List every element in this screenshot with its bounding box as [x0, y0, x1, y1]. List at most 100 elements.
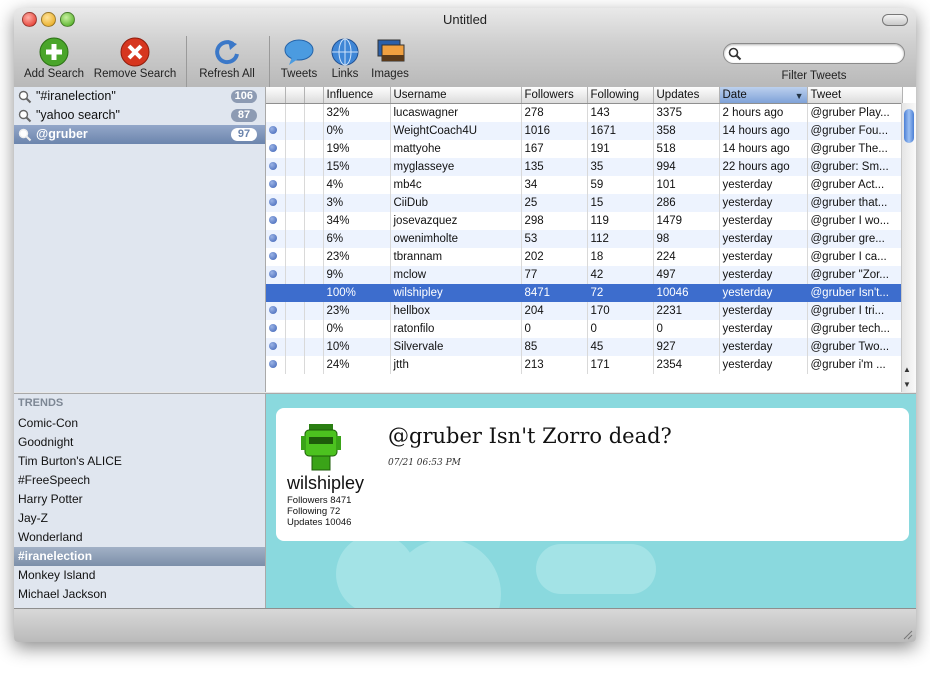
scroll-down-arrow-icon[interactable]: ▼: [903, 380, 911, 389]
column-header-unread[interactable]: [266, 87, 286, 104]
column-header-tweet[interactable]: Tweet: [807, 87, 903, 104]
table-row[interactable]: 19% mattyohe 167 191 518 14 hours ago @gruber …: [266, 140, 903, 158]
search-count-badge: 106: [230, 90, 257, 103]
followers-cell: 25: [521, 194, 588, 212]
column-header-username[interactable]: Username: [390, 87, 522, 104]
date-cell: yesterday: [719, 212, 808, 230]
unread-cell: [266, 266, 286, 284]
trend-item[interactable]: #FreeSpeech: [14, 471, 265, 490]
updates-cell: 2231: [653, 302, 720, 320]
trend-item[interactable]: Monkey Island: [14, 566, 265, 585]
images-filter-button[interactable]: Images: [368, 36, 412, 80]
influence-cell: 34%: [323, 212, 391, 230]
unread-dot-icon: [269, 180, 277, 188]
resize-grip-icon[interactable]: [901, 628, 913, 640]
tweets-filter-button[interactable]: Tweets: [278, 36, 320, 80]
trend-item[interactable]: Jay-Z: [14, 509, 265, 528]
remove-search-button[interactable]: Remove Search: [92, 36, 178, 80]
table-row[interactable]: 23% tbrannam 202 18 224 yesterday @gruber I ca…: [266, 248, 903, 266]
followers-cell: 204: [521, 302, 588, 320]
column-header-date[interactable]: Date ▼: [719, 87, 808, 104]
updates-cell: 101: [653, 176, 720, 194]
table-row[interactable]: 0% WeightCoach4U 1016 1671 358 14 hours ago @g…: [266, 122, 903, 140]
unread-cell: [266, 230, 286, 248]
tweet-cell: @gruber Play...: [807, 103, 903, 122]
search-item[interactable]: "#iranelection" 106: [14, 87, 265, 106]
scroll-up-arrow-icon[interactable]: ▲: [903, 365, 911, 374]
window-title: Untitled: [442, 12, 488, 27]
user-avatar[interactable]: [299, 422, 343, 472]
trend-item[interactable]: Michael Jackson: [14, 585, 265, 604]
flag-cell: [285, 356, 305, 374]
scrollbar-thumb[interactable]: [904, 109, 914, 143]
table-row[interactable]: 9% mclow 77 42 497 yesterday @gruber "Zor...: [266, 266, 903, 284]
flag-cell: [285, 338, 305, 356]
links-filter-button[interactable]: Links: [325, 36, 365, 80]
links-label: Links: [331, 68, 359, 80]
table-row[interactable]: 24% jtth 213 171 2354 yesterday @gruber i'm ..…: [266, 356, 903, 374]
trend-item-selected[interactable]: #iranelection: [14, 547, 265, 566]
sort-descending-icon: ▼: [794, 91, 804, 101]
table-row[interactable]: 3% CiiDub 25 15 286 yesterday @gruber that...: [266, 194, 903, 212]
trend-item[interactable]: Goodnight: [14, 433, 265, 452]
unread-cell: [266, 212, 286, 230]
column-header-flag[interactable]: [285, 87, 305, 104]
date-cell: yesterday: [719, 284, 808, 302]
column-header-influence[interactable]: Influence: [323, 87, 391, 104]
table-row[interactable]: 23% hellbox 204 170 2231 yesterday @gruber I t…: [266, 302, 903, 320]
flag-cell: [285, 212, 305, 230]
trend-item[interactable]: Wonderland: [14, 528, 265, 547]
table-row[interactable]: 34% josevazquez 298 119 1479 yesterday @gruber…: [266, 212, 903, 230]
unread-dot-icon: [269, 342, 277, 350]
reply-cell: [304, 158, 324, 176]
table-row-selected[interactable]: 100% wilshipley 8471 72 10046 yesterday @grube…: [266, 284, 903, 302]
trend-item[interactable]: Comic-Con: [14, 414, 265, 433]
unread-dot-icon: [269, 360, 277, 368]
search-icon: [18, 109, 32, 123]
influence-cell: 100%: [323, 284, 391, 302]
following-cell: 170: [587, 302, 654, 320]
search-item-selected[interactable]: @gruber 97: [14, 125, 265, 144]
tweet-username[interactable]: wilshipley: [287, 473, 364, 494]
search-item[interactable]: "yahoo search" 87: [14, 106, 265, 125]
column-header-following[interactable]: Following: [587, 87, 654, 104]
reply-cell: [304, 284, 324, 302]
username-cell: WeightCoach4U: [390, 122, 522, 140]
table-row[interactable]: 10% Silvervale 85 45 927 yesterday @gruber Two…: [266, 338, 903, 356]
unread-cell: [266, 194, 286, 212]
reply-cell: [304, 302, 324, 320]
column-header-reply[interactable]: [304, 87, 324, 104]
table-row[interactable]: 15% myglasseye 135 35 994 22 hours ago @gruber…: [266, 158, 903, 176]
followers-cell: 298: [521, 212, 588, 230]
followers-cell: 167: [521, 140, 588, 158]
filter-tweets-field[interactable]: [723, 43, 905, 64]
tweet-cell: @gruber i'm ...: [807, 356, 903, 374]
toolbar-toggle-button[interactable]: [882, 14, 908, 26]
toolbar-separator: [186, 36, 187, 88]
unread-dot-icon: [269, 144, 277, 152]
tweets-table: Influence Username Followers Following U…: [266, 87, 916, 392]
reply-cell: [304, 338, 324, 356]
table-row[interactable]: 32% lucaswagner 278 143 3375 2 hours ago @grub…: [266, 103, 903, 122]
column-header-updates[interactable]: Updates: [653, 87, 720, 104]
tweet-cell: @gruber tech...: [807, 320, 903, 338]
table-row[interactable]: 4% mb4c 34 59 101 yesterday @gruber Act...: [266, 176, 903, 194]
vertical-scrollbar[interactable]: ▲ ▼: [901, 103, 916, 392]
followers-cell: 135: [521, 158, 588, 176]
following-cell: 191: [587, 140, 654, 158]
trend-item[interactable]: Harry Potter: [14, 490, 265, 509]
trends-heading: TRENDS: [18, 397, 64, 409]
refresh-all-button[interactable]: Refresh All: [195, 36, 259, 80]
unread-cell: [266, 338, 286, 356]
search-count-badge: 97: [231, 128, 257, 141]
trend-item[interactable]: Tim Burton's ALICE: [14, 452, 265, 471]
date-cell: yesterday: [719, 176, 808, 194]
add-search-button[interactable]: Add Search: [18, 36, 90, 80]
table-row[interactable]: 0% ratonfilo 0 0 0 yesterday @gruber tech...: [266, 320, 903, 338]
followers-cell: 0: [521, 320, 588, 338]
column-header-followers[interactable]: Followers: [521, 87, 588, 104]
date-cell: yesterday: [719, 194, 808, 212]
date-cell: yesterday: [719, 248, 808, 266]
table-row[interactable]: 6% owenimholte 53 112 98 yesterday @gruber gre…: [266, 230, 903, 248]
flag-cell: [285, 248, 305, 266]
